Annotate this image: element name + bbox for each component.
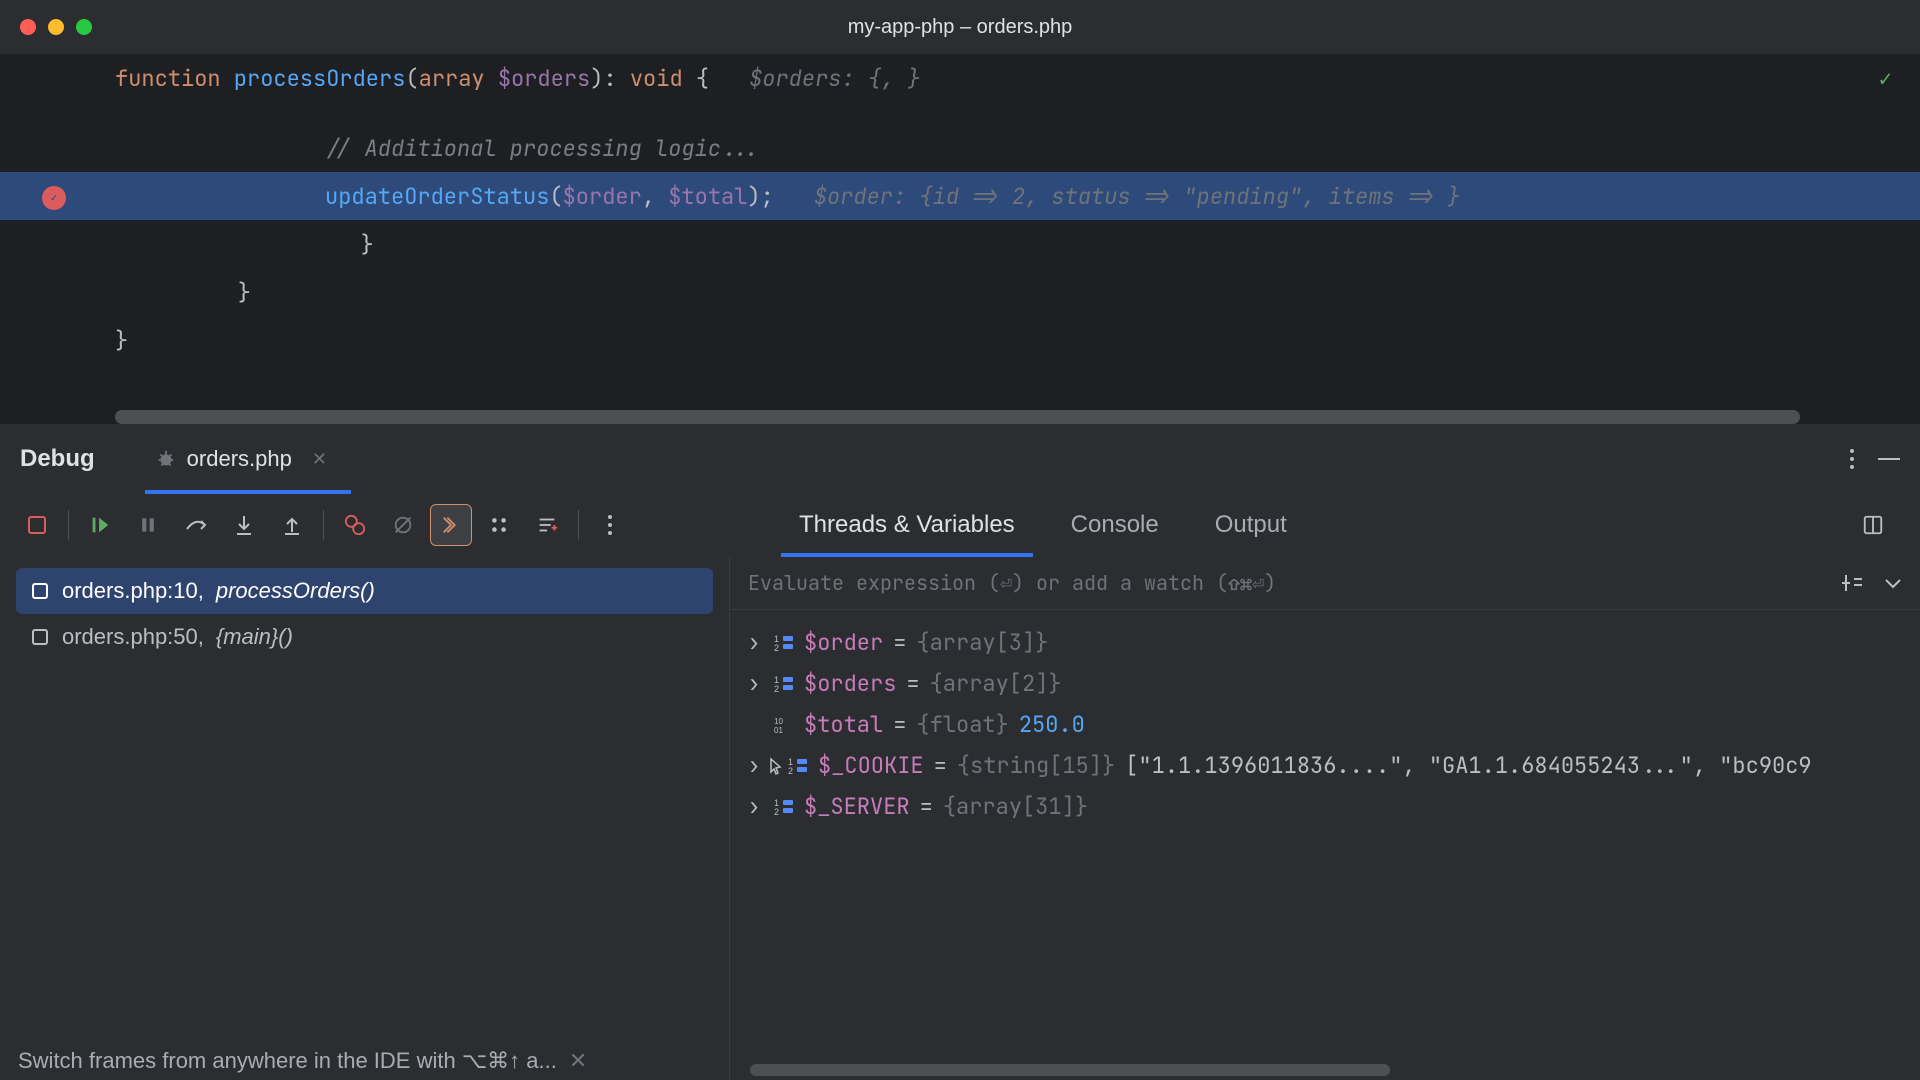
more-options-icon[interactable] — [1850, 449, 1854, 469]
code-editor[interactable]: ✓ ✓ function processOrders(array $orders… — [0, 54, 1920, 424]
tab-console[interactable]: Console — [1043, 497, 1187, 553]
settings-button[interactable] — [478, 504, 520, 546]
more-toolbar-icon[interactable] — [589, 504, 631, 546]
variable-row[interactable]: › 12 $_COOKIE = {string[15]} ["1.1.13960… — [740, 745, 1910, 786]
code-line[interactable]: // Additional processing logic... — [0, 124, 1920, 172]
maximize-window-button[interactable] — [76, 19, 92, 35]
variables-panel: Evaluate expression (⏎) or add a watch (… — [730, 556, 1920, 1080]
chevron-right-icon[interactable]: › — [744, 792, 764, 821]
inline-hint: $order: {id => 2, status => "pending", i… — [814, 182, 1461, 211]
minimize-window-button[interactable] — [48, 19, 64, 35]
stop-button[interactable] — [16, 504, 58, 546]
frame-icon — [30, 627, 50, 647]
inline-hint: $orders: {, } — [749, 64, 921, 93]
variables-horizontal-scrollbar[interactable] — [750, 1064, 1390, 1076]
minimize-panel-icon[interactable] — [1878, 458, 1900, 460]
resume-button[interactable] — [79, 504, 121, 546]
svg-text:2: 2 — [774, 807, 779, 816]
traffic-lights — [20, 19, 92, 35]
debug-session-tab[interactable]: orders.php ✕ — [145, 424, 351, 494]
tab-threads-variables[interactable]: Threads & Variables — [771, 497, 1043, 553]
code-line[interactable]: } — [0, 268, 1920, 316]
array-type-icon: 12 — [774, 798, 794, 816]
variable-row[interactable]: › 1001 $total = {float} 250.0 — [740, 704, 1910, 745]
evaluate-expression-bar[interactable]: Evaluate expression (⏎) or add a watch (… — [730, 556, 1920, 610]
cursor-icon — [768, 756, 784, 776]
pause-button[interactable] — [127, 504, 169, 546]
variable-row[interactable]: › 12 $order = {array[3]} — [740, 622, 1910, 663]
add-watch-icon[interactable] — [1840, 571, 1864, 595]
toolbar-divider — [578, 510, 579, 540]
code-line[interactable]: } — [0, 316, 1920, 364]
step-out-button[interactable] — [271, 504, 313, 546]
mute-breakpoints-button[interactable] — [382, 504, 424, 546]
code-line[interactable]: function processOrders(array $orders): v… — [0, 54, 1920, 102]
stack-frame[interactable]: orders.php:10, processOrders() — [16, 568, 713, 614]
array-type-icon: 12 — [788, 757, 808, 775]
step-into-button[interactable] — [223, 504, 265, 546]
filter-button[interactable] — [526, 504, 568, 546]
layout-settings-icon[interactable] — [1852, 504, 1894, 546]
svg-text:2: 2 — [774, 643, 779, 652]
close-tip-icon[interactable]: ✕ — [569, 1048, 587, 1074]
frames-panel: orders.php:10, processOrders() orders.ph… — [0, 556, 730, 1080]
code-line[interactable]: } — [0, 220, 1920, 268]
bug-icon — [155, 448, 177, 470]
chevron-right-icon[interactable]: › — [744, 751, 764, 780]
debug-panel: Debug orders.php ✕ — [0, 424, 1920, 1080]
evaluate-expression-button[interactable] — [430, 504, 472, 546]
debug-title: Debug — [20, 445, 95, 473]
expand-icon[interactable] — [1884, 577, 1902, 589]
chevron-right-icon[interactable]: › — [744, 669, 764, 698]
svg-text:01: 01 — [774, 726, 783, 734]
stack-frame[interactable]: orders.php:50, {main}() — [16, 614, 713, 660]
breakpoint-check-icon: ✓ — [51, 191, 58, 205]
array-type-icon: 12 — [774, 634, 794, 652]
svg-text:10: 10 — [774, 717, 783, 726]
code-line[interactable] — [0, 102, 1920, 124]
svg-text:2: 2 — [788, 766, 793, 775]
debug-toolbar: Threads & Variables Console Output — [0, 494, 1920, 556]
close-window-button[interactable] — [20, 19, 36, 35]
window-titlebar: my-app-php – orders.php — [0, 0, 1920, 54]
toolbar-divider — [323, 510, 324, 540]
window-title: my-app-php – orders.php — [848, 16, 1073, 39]
tab-output[interactable]: Output — [1187, 497, 1315, 553]
variable-row[interactable]: › 12 $_SERVER = {array[31]} — [740, 786, 1910, 827]
array-type-icon: 12 — [774, 675, 794, 693]
inspection-ok-icon[interactable]: ✓ — [1879, 64, 1892, 93]
step-over-button[interactable] — [175, 504, 217, 546]
frame-icon — [30, 581, 50, 601]
chevron-right-icon[interactable]: › — [744, 628, 764, 657]
view-breakpoints-button[interactable] — [334, 504, 376, 546]
scalar-type-icon: 1001 — [774, 716, 794, 734]
variable-row[interactable]: › 12 $orders = {array[2]} — [740, 663, 1910, 704]
eval-placeholder: Evaluate expression (⏎) or add a watch (… — [748, 570, 1840, 596]
debug-header: Debug orders.php ✕ — [0, 424, 1920, 494]
svg-text:2: 2 — [774, 684, 779, 693]
editor-horizontal-scrollbar[interactable] — [115, 410, 1800, 424]
code-line-current[interactable]: updateOrderStatus($order, $total);$order… — [0, 172, 1920, 220]
toolbar-divider — [68, 510, 69, 540]
editor-gutter[interactable]: ✓ — [0, 54, 70, 424]
tip-bar: Switch frames from anywhere in the IDE w… — [18, 1048, 587, 1074]
close-tab-icon[interactable]: ✕ — [312, 449, 327, 470]
breakpoint-icon[interactable]: ✓ — [42, 186, 66, 210]
